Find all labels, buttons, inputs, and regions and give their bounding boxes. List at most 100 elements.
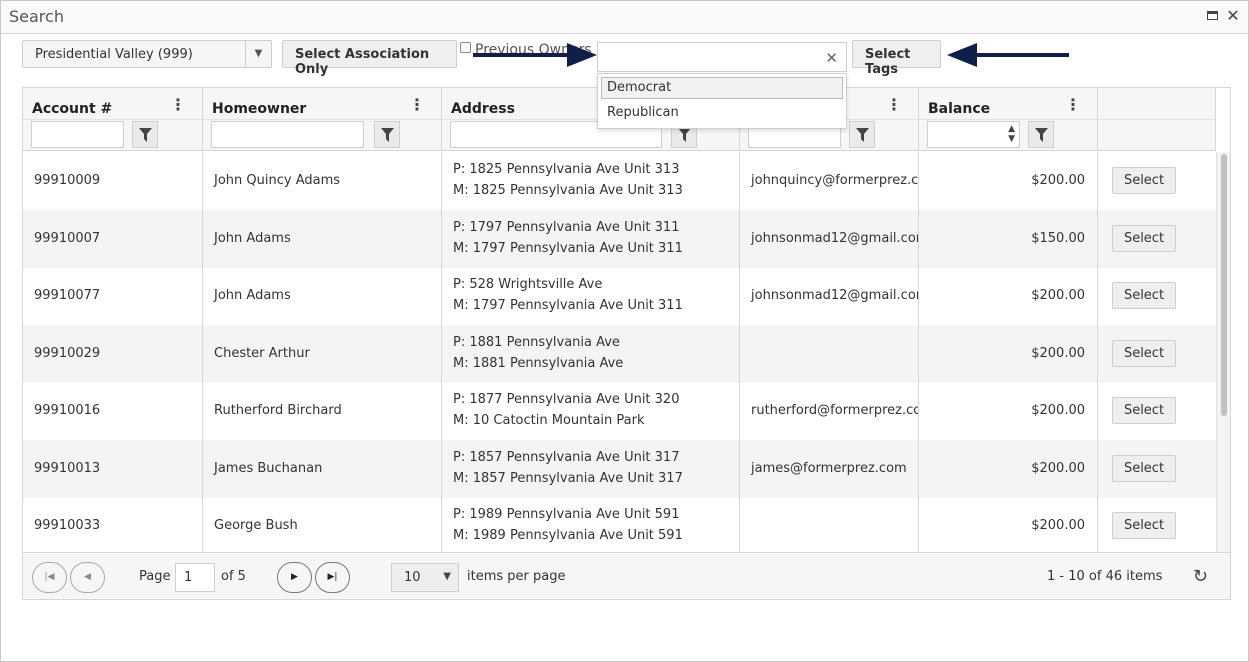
select-button[interactable]: Select [1112, 282, 1176, 309]
column-homeowner[interactable]: Homeowner ⋮ [203, 88, 442, 151]
last-page-icon[interactable]: ▶| [315, 562, 350, 593]
refresh-icon[interactable]: ↻ [1193, 566, 1208, 587]
homeowner-name: John Quincy Adams [214, 173, 341, 188]
grid-body: 99910009 John Quincy Adams P: 1825 Penns… [23, 152, 1216, 552]
page-size-value: 10 [404, 570, 421, 585]
kebab-icon[interactable]: ⋮ [170, 97, 186, 113]
items-per-page-label: items per page [467, 569, 566, 584]
column-header-balance[interactable]: Balance [928, 101, 990, 117]
balance: $200.00 [1031, 461, 1085, 476]
homeowner-name: John Adams [214, 288, 291, 303]
kebab-icon[interactable]: ⋮ [409, 97, 425, 113]
column-balance[interactable]: Balance ⋮ ▲ ▼ [919, 88, 1098, 151]
search-window: Search ✕ Presidential Valley (999) ▼ Sel… [0, 0, 1249, 662]
previous-owners-checkbox[interactable] [460, 42, 471, 53]
account-number: 99910007 [34, 231, 101, 246]
account-number: 99910029 [34, 346, 101, 361]
table-row[interactable]: 99910007 John Adams P: 1797 Pennsylvania… [23, 210, 1216, 268]
account-number: 99910013 [34, 461, 101, 476]
account-number: 99910033 [34, 518, 101, 533]
column-header-homeowner[interactable]: Homeowner [212, 101, 306, 117]
vertical-scrollbar[interactable] [1216, 152, 1230, 552]
select-button[interactable]: Select [1112, 167, 1176, 194]
filter-icon[interactable] [132, 121, 158, 148]
email: james@formerprez.com [751, 461, 907, 476]
property-address: P: 1877 Pennsylvania Ave Unit 320 [453, 392, 680, 407]
property-address: P: 528 Wrightsville Ave [453, 277, 603, 292]
mailing-address: M: 1797 Pennsylvania Ave Unit 311 [453, 241, 683, 256]
balance: $200.00 [1031, 173, 1085, 188]
email: johnsonmad12@gmail.com [751, 231, 919, 246]
account-filter-input[interactable] [31, 121, 124, 148]
pager-summary: 1 - 10 of 46 items [1047, 569, 1163, 584]
pager: |◀ ◀ Page 1 of 5 ▶ ▶| 10 ▼ items per pag… [23, 552, 1230, 599]
account-number: 99910016 [34, 403, 101, 418]
tag-option-republican[interactable]: Republican [601, 102, 843, 124]
filter-icon[interactable] [1028, 121, 1054, 148]
scroll-thumb[interactable] [1221, 154, 1227, 416]
table-row[interactable]: 99910029 Chester Arthur P: 1881 Pennsylv… [23, 325, 1216, 383]
property-address: P: 1857 Pennsylvania Ave Unit 317 [453, 450, 680, 465]
tag-options-popup: Democrat Republican [597, 73, 847, 129]
balance: $150.00 [1031, 231, 1085, 246]
column-account[interactable]: Account # ⋮ [23, 88, 203, 151]
email: johnquincy@formerprez.co [751, 173, 919, 188]
page-number-input[interactable]: 1 [175, 563, 215, 592]
select-button[interactable]: Select [1112, 455, 1176, 482]
balance: $200.00 [1031, 518, 1085, 533]
next-page-icon[interactable]: ▶ [277, 562, 312, 593]
filter-icon[interactable] [849, 121, 875, 148]
balance: $200.00 [1031, 403, 1085, 418]
kebab-icon[interactable]: ⋮ [1065, 97, 1081, 113]
account-number: 99910009 [34, 173, 101, 188]
maximize-icon[interactable] [1204, 8, 1220, 24]
chevron-down-icon[interactable]: ▼ [443, 571, 451, 582]
page-count: of 5 [221, 569, 246, 584]
accounts-grid: Account # ⋮ Homeowner ⋮ Address ⋮ Balanc… [22, 87, 1231, 600]
select-button[interactable]: Select [1112, 340, 1176, 367]
property-address: P: 1825 Pennsylvania Ave Unit 313 [453, 162, 680, 177]
property-address: P: 1881 Pennsylvania Ave [453, 335, 620, 350]
clear-icon[interactable]: ✕ [825, 49, 838, 67]
tag-option-democrat[interactable]: Democrat [601, 77, 843, 99]
select-association-only-button[interactable]: Select Association Only [282, 40, 457, 77]
mailing-address: M: 1797 Pennsylvania Ave Unit 311 [453, 298, 683, 313]
filter-icon[interactable] [374, 121, 400, 148]
association-value: Presidential Valley (999) [35, 47, 193, 62]
mailing-address: M: 1881 Pennsylvania Ave [453, 356, 624, 371]
close-icon[interactable]: ✕ [1225, 8, 1241, 24]
association-dropdown[interactable]: Presidential Valley (999) ▼ [22, 40, 272, 68]
select-button[interactable]: Select [1112, 512, 1176, 539]
spinner-icon[interactable]: ▲ ▼ [1008, 124, 1015, 144]
select-tags-button[interactable]: Select Tags [852, 40, 941, 77]
email: johnsonmad12@gmail.com [751, 288, 919, 303]
chevron-down-icon[interactable]: ▼ [245, 41, 271, 67]
homeowner-name: Rutherford Birchard [214, 403, 342, 418]
prev-page-icon[interactable]: ◀ [70, 562, 105, 593]
first-page-icon[interactable]: |◀ [32, 562, 67, 593]
table-row[interactable]: 99910033 George Bush P: 1989 Pennsylvani… [23, 497, 1216, 552]
email: rutherford@formerprez.cor [751, 403, 919, 418]
table-row[interactable]: 99910077 John Adams P: 528 Wrightsville … [23, 267, 1216, 325]
column-header-account[interactable]: Account # [32, 101, 112, 117]
title-bar: Search ✕ [1, 1, 1248, 34]
homeowner-name: John Adams [214, 231, 291, 246]
table-row[interactable]: 99910013 James Buchanan P: 1857 Pennsylv… [23, 440, 1216, 498]
column-header-address[interactable]: Address [451, 101, 515, 117]
tag-multiselect-input[interactable]: ✕ [597, 42, 847, 72]
window-title: Search [9, 7, 64, 26]
property-address: P: 1797 Pennsylvania Ave Unit 311 [453, 220, 680, 235]
account-number: 99910077 [34, 288, 101, 303]
select-button[interactable]: Select [1112, 397, 1176, 424]
select-button[interactable]: Select [1112, 225, 1176, 252]
table-row[interactable]: 99910016 Rutherford Birchard P: 1877 Pen… [23, 382, 1216, 440]
balance-filter-input[interactable]: ▲ ▼ [927, 121, 1020, 148]
page-size-dropdown[interactable]: 10 ▼ [391, 563, 459, 592]
mailing-address: M: 1857 Pennsylvania Ave Unit 317 [453, 471, 683, 486]
homeowner-filter-input[interactable] [211, 121, 364, 148]
mailing-address: M: 1989 Pennsylvania Ave Unit 591 [453, 528, 683, 543]
homeowner-name: Chester Arthur [214, 346, 310, 361]
property-address: P: 1989 Pennsylvania Ave Unit 591 [453, 507, 680, 522]
kebab-icon[interactable]: ⋮ [886, 97, 902, 113]
table-row[interactable]: 99910009 John Quincy Adams P: 1825 Penns… [23, 152, 1216, 210]
